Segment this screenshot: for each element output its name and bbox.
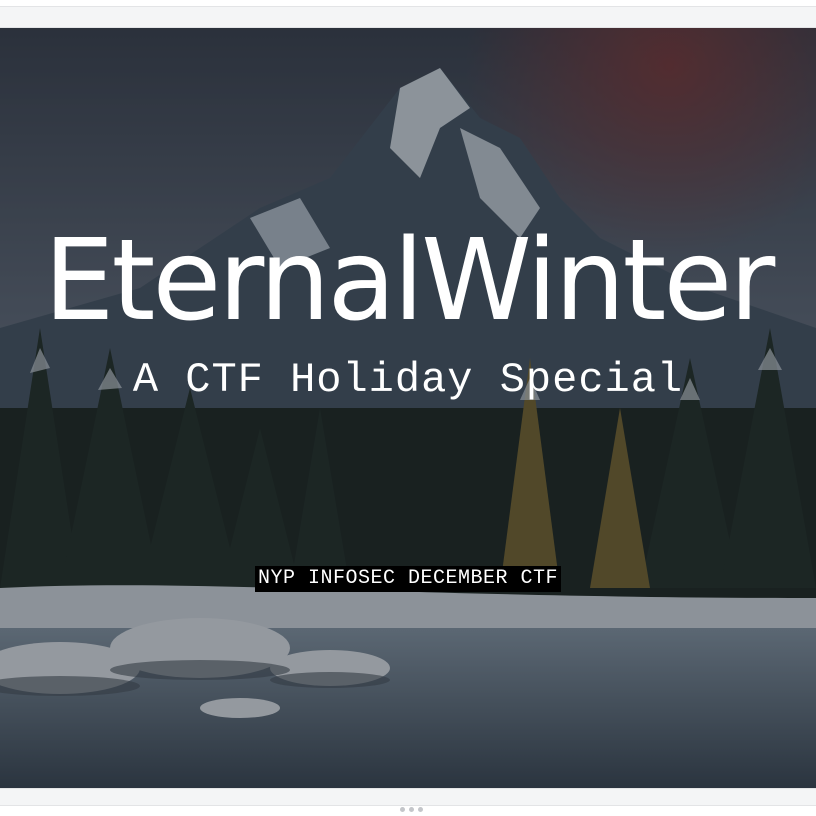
top-toolbar-strip bbox=[0, 0, 816, 28]
slide-subtitle: A CTF Holiday Special bbox=[132, 356, 684, 404]
dot-icon bbox=[417, 806, 423, 812]
dot-icon bbox=[399, 806, 405, 812]
dot-icon bbox=[408, 806, 414, 812]
top-toolbar-bar bbox=[0, 6, 816, 28]
presentation-slide[interactable]: EternalWinter A CTF Holiday Special NYP … bbox=[0, 28, 816, 788]
event-tagline: NYP INFOSEC DECEMBER CTF bbox=[254, 566, 562, 592]
slide-title: EternalWinter bbox=[43, 216, 776, 346]
more-dots-icon[interactable] bbox=[396, 804, 426, 814]
dark-overlay bbox=[0, 28, 816, 788]
tagline-container: NYP INFOSEC DECEMBER CTF bbox=[0, 566, 816, 592]
